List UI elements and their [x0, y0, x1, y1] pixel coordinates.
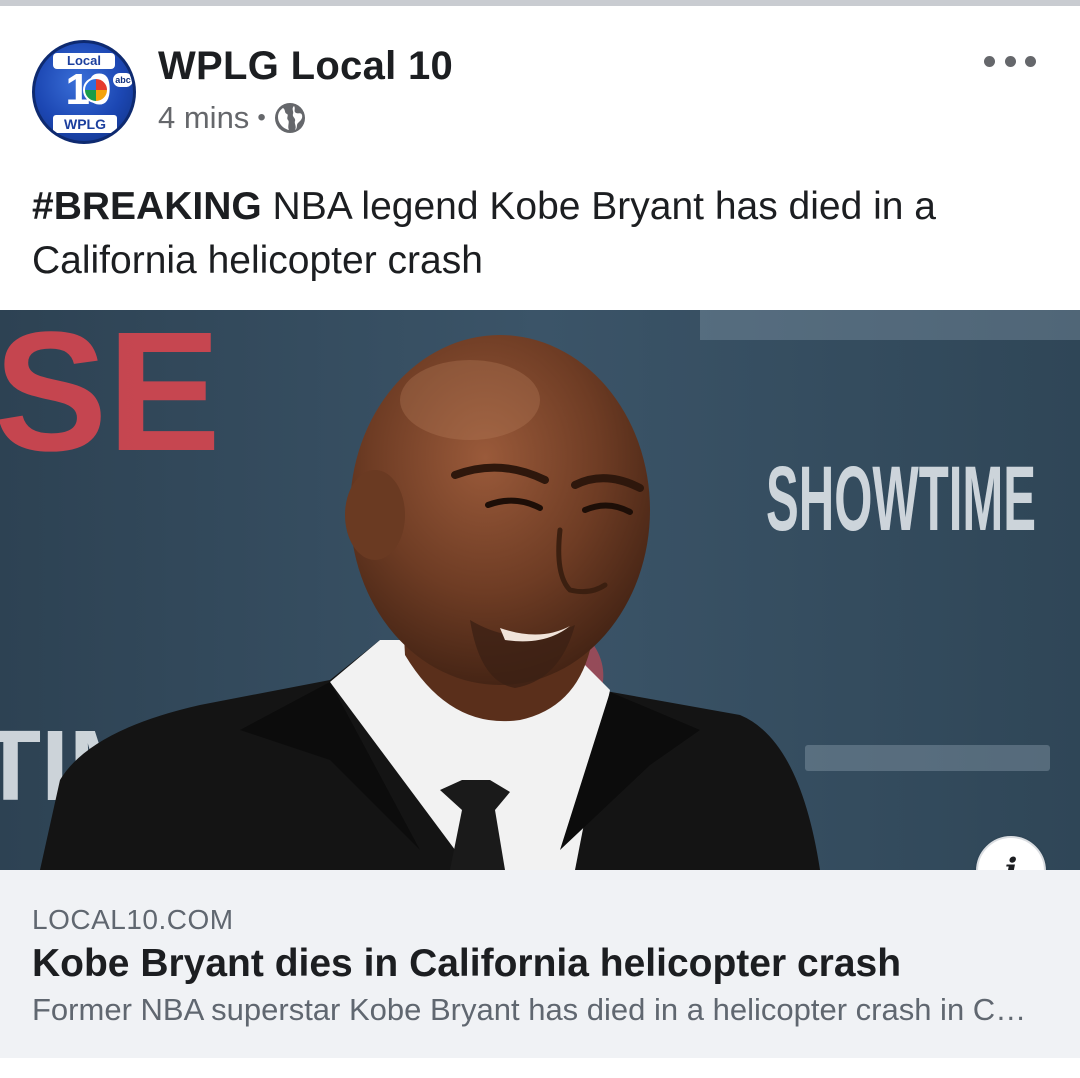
- post-photo[interactable]: SE SHOWTIME TIME: [0, 310, 1080, 870]
- post-footer-spacer: [0, 1058, 1080, 1078]
- post-message: #BREAKING NBA legend Kobe Bryant has die…: [32, 180, 1042, 288]
- link-preview-card[interactable]: LOCAL10.COM Kobe Bryant dies in Californ…: [0, 870, 1080, 1058]
- link-title: Kobe Bryant dies in California helicopte…: [32, 942, 902, 985]
- backdrop-text-top-left: SE: [0, 310, 221, 487]
- link-domain: LOCAL10.COM: [32, 904, 234, 935]
- link-description: Former NBA superstar Kobe Bryant has die…: [32, 992, 1042, 1027]
- backdrop-text-right: SHOWTIME: [766, 448, 1036, 550]
- meta-separator: •: [257, 104, 266, 131]
- more-dot: [1004, 55, 1016, 67]
- avatar-logo-wplg: WPLG: [53, 115, 117, 133]
- post-meta: 4 mins •: [158, 98, 306, 138]
- abc-eye-icon: [83, 77, 109, 103]
- page-avatar[interactable]: Local 10 abc WPLG: [32, 40, 136, 144]
- avatar-logo-network: abc: [113, 73, 133, 87]
- page-name-link[interactable]: WPLG Local 10: [158, 44, 453, 89]
- post-timestamp[interactable]: 4 mins: [158, 100, 249, 136]
- portrait-image: SE SHOWTIME TIME: [0, 310, 1080, 870]
- post-header: Local 10 abc WPLG WPLG Local 10 4 mins •: [0, 6, 1080, 156]
- more-options-icon[interactable]: [984, 46, 1036, 76]
- hashtag-link[interactable]: #BREAKING: [32, 185, 262, 228]
- globe-icon[interactable]: [274, 102, 306, 134]
- more-dot: [984, 55, 995, 67]
- more-dot: [1025, 55, 1036, 67]
